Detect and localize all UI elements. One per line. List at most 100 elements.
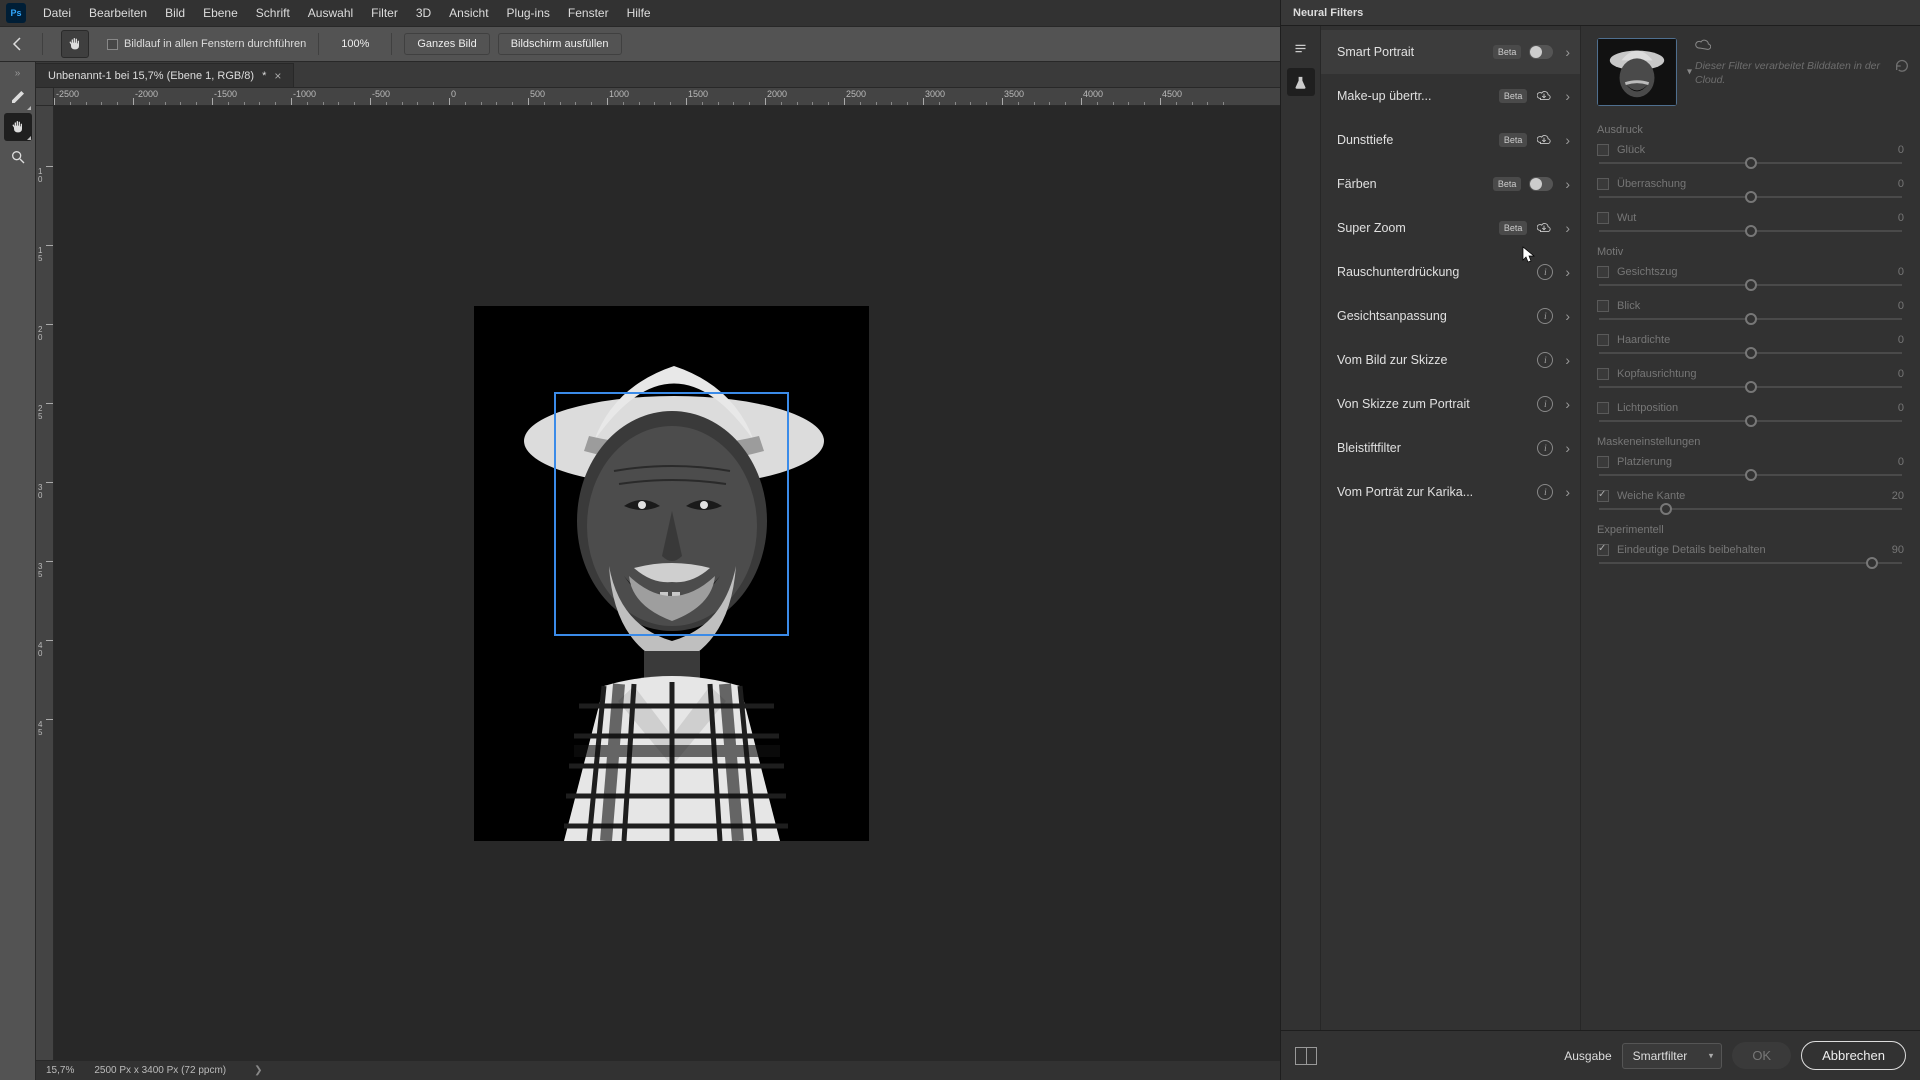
slider-track[interactable] — [1599, 196, 1902, 198]
slider-checkbox[interactable] — [1597, 490, 1609, 502]
ruler-origin[interactable] — [36, 88, 54, 106]
slider-track[interactable] — [1599, 386, 1902, 388]
before-after-icon[interactable] — [1295, 1047, 1317, 1065]
download-icon[interactable] — [1535, 131, 1553, 149]
slider-track[interactable] — [1599, 474, 1902, 476]
slider-thumb[interactable] — [1660, 503, 1672, 515]
slider-thumb[interactable] — [1745, 415, 1757, 427]
slider-track[interactable] — [1599, 284, 1902, 286]
filter-item[interactable]: DunsttiefeBeta› — [1321, 118, 1580, 162]
chevron-right-icon: › — [1565, 88, 1570, 104]
menu-auswahl[interactable]: Auswahl — [299, 0, 362, 26]
slider-thumb[interactable] — [1745, 157, 1757, 169]
cancel-button[interactable]: Abbrechen — [1801, 1041, 1906, 1070]
slider-track[interactable] — [1599, 230, 1902, 232]
filter-item[interactable]: Bleistiftfilteri› — [1321, 426, 1580, 470]
slider-thumb[interactable] — [1745, 381, 1757, 393]
menu-ebene[interactable]: Ebene — [194, 0, 247, 26]
zoom-tool[interactable] — [4, 143, 32, 171]
slider-track[interactable] — [1599, 420, 1902, 422]
filter-item[interactable]: Vom Porträt zur Karika...i› — [1321, 470, 1580, 514]
slider-checkbox[interactable] — [1597, 178, 1609, 190]
slider-checkbox[interactable] — [1597, 368, 1609, 380]
info-icon[interactable]: i — [1537, 484, 1553, 500]
filter-item[interactable]: Make-up übertr...Beta› — [1321, 74, 1580, 118]
info-icon[interactable]: i — [1537, 308, 1553, 324]
slider-thumb[interactable] — [1745, 279, 1757, 291]
slider-checkbox[interactable] — [1597, 544, 1609, 556]
slider-checkbox[interactable] — [1597, 266, 1609, 278]
hand-tool[interactable] — [4, 113, 32, 141]
close-tab-icon[interactable]: × — [274, 69, 281, 83]
separator — [42, 33, 43, 55]
slider-checkbox[interactable] — [1597, 402, 1609, 414]
slider-track[interactable] — [1599, 318, 1902, 320]
menu-hilfe[interactable]: Hilfe — [618, 0, 660, 26]
output-label: Ausgabe — [1564, 1049, 1611, 1063]
document-tab[interactable]: Unbenannt-1 bei 15,7% (Ebene 1, RGB/8) *… — [36, 63, 294, 87]
status-chevron-icon[interactable]: ❯ — [254, 1065, 262, 1076]
info-icon[interactable]: i — [1537, 352, 1553, 368]
filter-toggle[interactable] — [1529, 177, 1553, 191]
fit-full-button[interactable]: Ganzes Bild — [404, 33, 489, 55]
slider-checkbox[interactable] — [1597, 456, 1609, 468]
slider-label: Platzierung — [1617, 456, 1890, 468]
menu-ansicht[interactable]: Ansicht — [440, 0, 497, 26]
menu-schrift[interactable]: Schrift — [247, 0, 299, 26]
filter-item[interactable]: FärbenBeta› — [1321, 162, 1580, 206]
filter-toggle[interactable] — [1529, 45, 1553, 59]
filter-item[interactable]: Smart PortraitBeta› — [1321, 30, 1580, 74]
slider-checkbox[interactable] — [1597, 334, 1609, 346]
menu-bearbeiten[interactable]: Bearbeiten — [80, 0, 156, 26]
slider-thumb[interactable] — [1866, 557, 1878, 569]
hand-tool-icon[interactable] — [61, 30, 89, 58]
filter-item[interactable]: Von Skizze zum Portraiti› — [1321, 382, 1580, 426]
menu-filter[interactable]: Filter — [362, 0, 407, 26]
menu-datei[interactable]: Datei — [34, 0, 80, 26]
info-icon[interactable]: i — [1537, 264, 1553, 280]
slider-checkbox[interactable] — [1597, 300, 1609, 312]
slider-thumb[interactable] — [1745, 469, 1757, 481]
menu-3d[interactable]: 3D — [407, 0, 440, 26]
slider-thumb[interactable] — [1745, 313, 1757, 325]
status-zoom[interactable]: 15,7% — [46, 1065, 74, 1076]
menu-plugins[interactable]: Plug-ins — [498, 0, 559, 26]
home-back-icon[interactable] — [6, 32, 30, 56]
info-icon[interactable]: i — [1537, 396, 1553, 412]
filter-item[interactable]: Vom Bild zur Skizzei› — [1321, 338, 1580, 382]
slider-thumb[interactable] — [1745, 191, 1757, 203]
ok-button[interactable]: OK — [1732, 1042, 1791, 1069]
filter-item[interactable]: Rauschunterdrückungi› — [1321, 250, 1580, 294]
slider-checkbox[interactable] — [1597, 144, 1609, 156]
info-icon[interactable]: i — [1537, 440, 1553, 456]
slider-thumb[interactable] — [1745, 347, 1757, 359]
face-thumbnail[interactable]: ▾ — [1597, 38, 1677, 106]
edit-toolbar-tool[interactable] — [4, 83, 32, 111]
filter-item[interactable]: Gesichtsanpassungi› — [1321, 294, 1580, 338]
checkbox-icon[interactable] — [107, 39, 118, 50]
slider-track[interactable] — [1599, 352, 1902, 354]
output-select[interactable]: Smartfilter ▾ — [1622, 1043, 1723, 1069]
zoom-value[interactable]: 100% — [331, 36, 379, 52]
filter-item[interactable]: Super ZoomBeta› — [1321, 206, 1580, 250]
menu-fenster[interactable]: Fenster — [559, 0, 618, 26]
slider-checkbox[interactable] — [1597, 212, 1609, 224]
download-icon[interactable] — [1535, 219, 1553, 237]
slider-value: 0 — [1898, 212, 1904, 224]
filter-category-beta-icon[interactable] — [1287, 68, 1315, 96]
toolbar-collapse-icon[interactable]: » — [15, 66, 21, 81]
menu-bild[interactable]: Bild — [156, 0, 194, 26]
slider-track[interactable] — [1599, 562, 1902, 564]
face-thumbnail-dropdown-icon[interactable]: ▾ — [1687, 67, 1692, 78]
slider-value: 0 — [1898, 178, 1904, 190]
slider-track[interactable] — [1599, 508, 1902, 510]
fit-screen-button[interactable]: Bildschirm ausfüllen — [498, 33, 622, 55]
filter-category-featured-icon[interactable] — [1287, 34, 1315, 62]
slider-track[interactable] — [1599, 162, 1902, 164]
ruler-vertical[interactable]: 1015202530354045 — [36, 106, 54, 1060]
document-image[interactable] — [474, 306, 869, 841]
slider-thumb[interactable] — [1745, 225, 1757, 237]
download-icon[interactable] — [1535, 87, 1553, 105]
status-docinfo[interactable]: 2500 Px x 3400 Px (72 ppcm) — [94, 1065, 226, 1076]
scroll-all-checkbox[interactable]: Bildlauf in allen Fenstern durchführen — [107, 38, 306, 50]
